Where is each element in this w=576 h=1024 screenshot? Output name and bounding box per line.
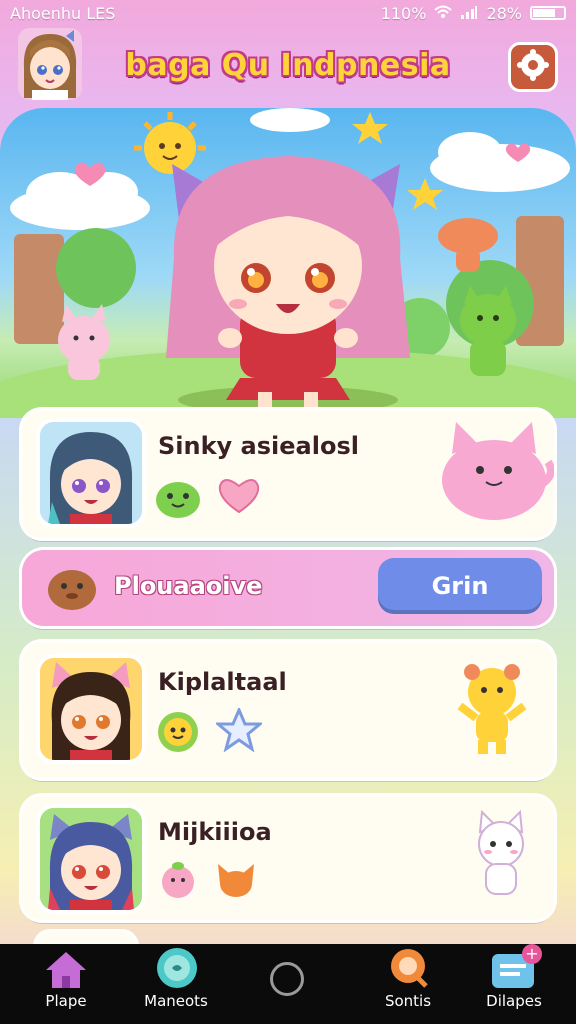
green-flower-face-icon — [154, 708, 202, 758]
sun-icon — [134, 112, 206, 174]
battery-icon — [530, 6, 566, 20]
character-name: Sinky asiealosl — [158, 432, 359, 460]
gear-paw-icon — [516, 48, 550, 86]
battery-text: 28% — [486, 3, 522, 23]
game-title: baga Qu Indpnesia — [125, 48, 451, 83]
nav-item-messages[interactable]: + Dilapes — [464, 944, 564, 1024]
peach-icon — [158, 858, 198, 904]
nav-item-search[interactable]: Sontis — [358, 944, 458, 1024]
character-card[interactable]: Mijkiiioa — [22, 796, 554, 920]
character-name: Kiplaltaal — [158, 668, 287, 696]
yellow-bear-icon — [454, 656, 530, 760]
home-icon — [44, 950, 88, 994]
nav-label: Plape — [45, 992, 87, 1010]
star-icon — [407, 178, 443, 210]
nav-label: Sontis — [384, 992, 432, 1010]
pink-cat-blob-icon — [434, 414, 555, 530]
nav-label: Dilapes — [486, 992, 542, 1010]
character-card[interactable]: Kiplaltaal — [22, 642, 554, 778]
gain-button[interactable]: Grin — [378, 558, 542, 614]
green-slime-icon — [152, 474, 204, 524]
system-home-button[interactable] — [270, 962, 304, 996]
star-icon — [352, 112, 388, 144]
building — [14, 234, 64, 344]
carrier-text: Ahoenhu LES — [10, 3, 116, 23]
action-label: Plouaaoive — [114, 572, 263, 600]
status-icons: 110% 28% — [381, 4, 566, 23]
white-cat-icon — [468, 809, 534, 910]
nav-label: Maneots — [144, 992, 208, 1010]
nav-item-home[interactable]: Plape — [16, 944, 116, 1024]
character-card[interactable]: Sinky asiealosl — [22, 410, 555, 538]
signal-text: 110% — [380, 3, 427, 23]
settings-button[interactable] — [508, 42, 558, 92]
star-icon — [213, 706, 265, 756]
character-portrait — [36, 804, 146, 914]
signal-bars-icon — [460, 4, 478, 23]
chat-bubble-icon — [154, 946, 200, 994]
action-bar[interactable]: Plouaaoive Grin — [22, 550, 554, 626]
character-portrait — [36, 654, 146, 764]
orange-fox-icon — [214, 858, 258, 904]
search-icon — [386, 946, 432, 994]
character-portrait — [36, 418, 146, 528]
nav-item-chat[interactable]: Maneots — [126, 944, 226, 1024]
wifi-icon — [434, 4, 453, 23]
status-bar: Ahoenhu LES 110% 28% — [0, 0, 576, 26]
bottom-nav: Plape Maneots Sontis + Dilapes — [0, 944, 576, 1024]
brown-critter-icon — [42, 560, 102, 620]
heart-icon — [216, 474, 262, 520]
character-name: Mijkiiioa — [158, 818, 272, 846]
notification-badge: + — [522, 944, 542, 964]
main-character-scene[interactable] — [0, 108, 576, 418]
